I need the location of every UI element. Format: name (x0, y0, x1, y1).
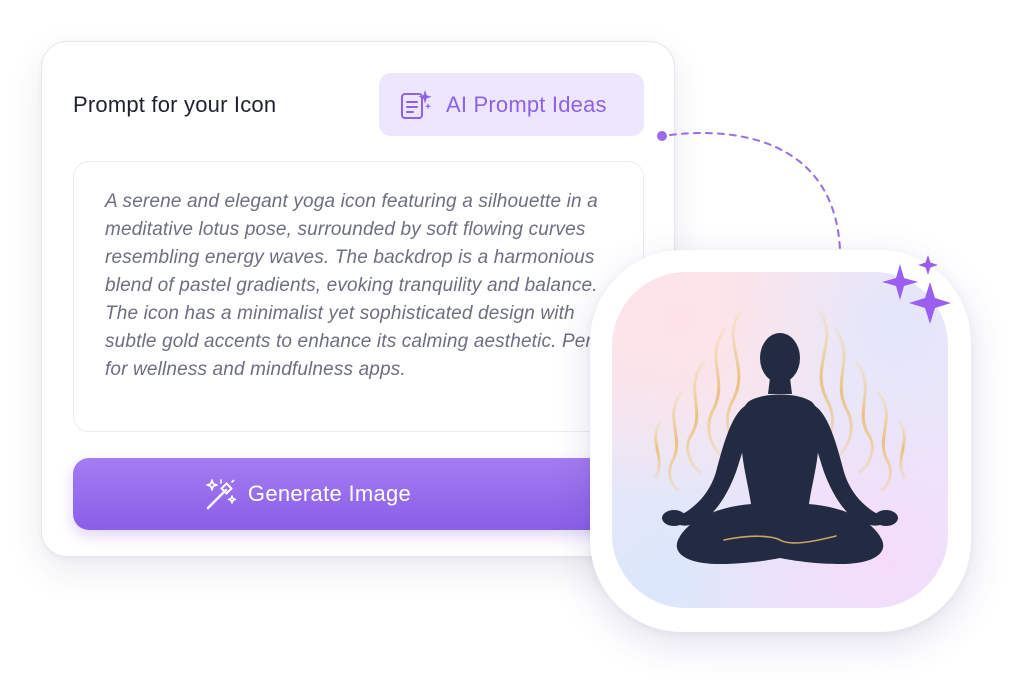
prompt-text: A serene and elegant yoga icon featuring… (105, 191, 624, 380)
sparkle-document-icon (399, 88, 433, 122)
generate-image-button[interactable]: Generate Image (73, 458, 644, 530)
prompt-card-title: Prompt for your Icon (73, 92, 277, 117)
prompt-card: Prompt for your Icon AI Prompt Ideas A s… (41, 41, 675, 557)
generate-image-label: Generate Image (247, 481, 412, 506)
sparkles-icon (882, 255, 951, 324)
magic-wand-icon (202, 476, 238, 512)
ai-prompt-ideas-button[interactable]: AI Prompt Ideas (379, 73, 644, 136)
prompt-textarea[interactable]: A serene and elegant yoga icon featuring… (73, 161, 644, 432)
ai-prompt-ideas-label: AI Prompt Ideas (446, 91, 607, 117)
stage: Prompt for your Icon AI Prompt Ideas A s… (0, 0, 1016, 680)
